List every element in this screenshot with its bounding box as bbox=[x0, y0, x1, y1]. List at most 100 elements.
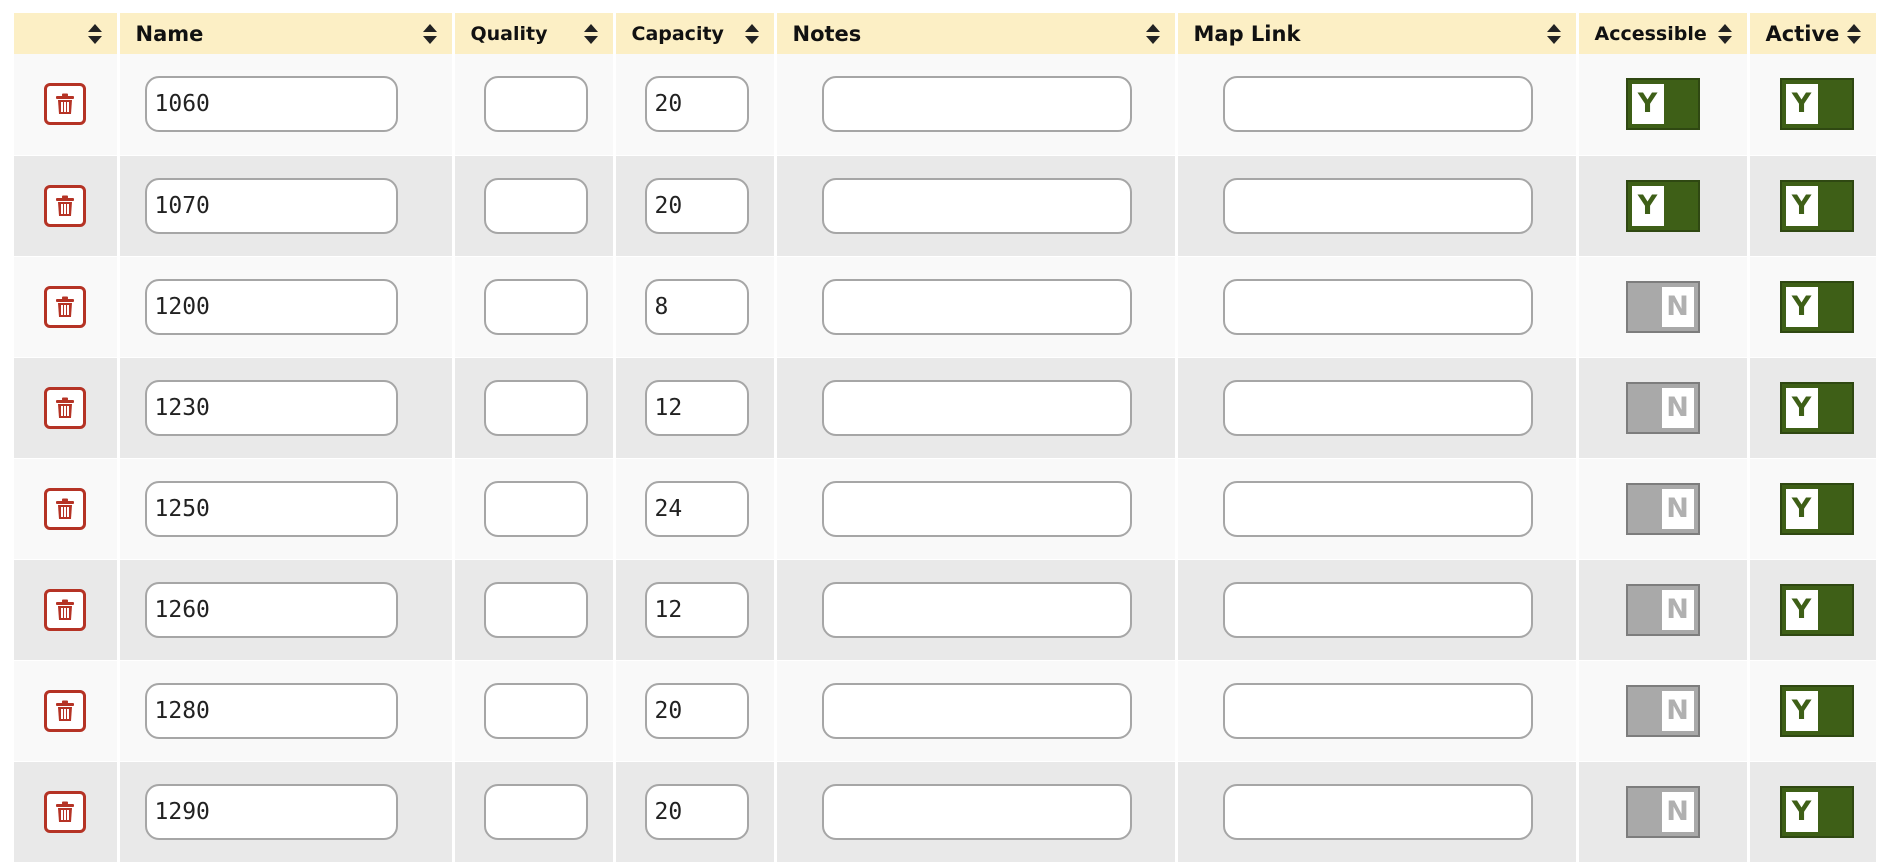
rooms-table: Name Quality Capacity Notes Map Link Acc… bbox=[14, 13, 1876, 863]
delete-row-button[interactable] bbox=[44, 588, 87, 631]
accessible-cell: N bbox=[1577, 357, 1750, 458]
column-header-map-link[interactable]: Map Link bbox=[1176, 13, 1579, 54]
delete-cell bbox=[14, 256, 120, 357]
map-link-input[interactable] bbox=[1222, 278, 1533, 335]
column-header-accessible[interactable]: Accessible bbox=[1577, 13, 1750, 54]
map-link-input[interactable] bbox=[1222, 480, 1533, 537]
accessible-toggle[interactable]: N bbox=[1625, 583, 1700, 636]
sort-arrows-icon[interactable] bbox=[744, 23, 760, 45]
column-header-label: Map Link bbox=[1193, 21, 1301, 46]
active-toggle[interactable]: Y bbox=[1779, 583, 1854, 636]
accessible-cell: N bbox=[1577, 256, 1750, 357]
toggle-knob: N bbox=[1661, 690, 1694, 731]
trash-icon bbox=[56, 599, 75, 620]
map-link-input[interactable] bbox=[1222, 783, 1533, 840]
accessible-toggle[interactable]: N bbox=[1625, 381, 1700, 434]
capacity-input[interactable] bbox=[644, 480, 749, 537]
quality-input[interactable] bbox=[483, 177, 588, 234]
quality-input[interactable] bbox=[483, 278, 588, 335]
active-toggle[interactable]: Y bbox=[1779, 381, 1854, 434]
notes-input[interactable] bbox=[821, 76, 1132, 133]
name-cell bbox=[118, 559, 455, 660]
map-link-input[interactable] bbox=[1222, 76, 1533, 133]
name-input[interactable] bbox=[144, 76, 398, 133]
notes-input[interactable] bbox=[821, 783, 1132, 840]
column-header-quality[interactable]: Quality bbox=[453, 13, 616, 54]
capacity-input[interactable] bbox=[644, 682, 749, 739]
active-cell: Y bbox=[1748, 458, 1876, 559]
quality-input[interactable] bbox=[483, 480, 588, 537]
quality-input[interactable] bbox=[483, 682, 588, 739]
sort-arrows-icon[interactable] bbox=[1846, 23, 1862, 45]
active-toggle[interactable]: Y bbox=[1779, 78, 1854, 131]
notes-cell bbox=[775, 256, 1178, 357]
column-header-notes[interactable]: Notes bbox=[775, 13, 1178, 54]
notes-input[interactable] bbox=[821, 682, 1132, 739]
name-input[interactable] bbox=[144, 682, 398, 739]
map-link-input[interactable] bbox=[1222, 379, 1533, 436]
map-link-input[interactable] bbox=[1222, 682, 1533, 739]
name-input[interactable] bbox=[144, 379, 398, 436]
sort-arrows-icon[interactable] bbox=[422, 23, 438, 45]
delete-row-button[interactable] bbox=[44, 285, 87, 328]
delete-cell bbox=[14, 54, 120, 155]
accessible-toggle[interactable]: Y bbox=[1625, 179, 1700, 232]
capacity-input[interactable] bbox=[644, 177, 749, 234]
name-input[interactable] bbox=[144, 581, 398, 638]
quality-input[interactable] bbox=[483, 581, 588, 638]
name-input[interactable] bbox=[144, 783, 398, 840]
notes-input[interactable] bbox=[821, 379, 1132, 436]
capacity-input[interactable] bbox=[644, 581, 749, 638]
column-header-delete[interactable] bbox=[14, 13, 120, 54]
name-input[interactable] bbox=[144, 278, 398, 335]
sort-arrows-icon[interactable] bbox=[1546, 23, 1562, 45]
notes-input[interactable] bbox=[821, 278, 1132, 335]
toggle-knob: Y bbox=[1785, 589, 1818, 630]
column-header-capacity[interactable]: Capacity bbox=[614, 13, 777, 54]
delete-row-button[interactable] bbox=[44, 184, 87, 227]
quality-input[interactable] bbox=[483, 76, 588, 133]
map-link-input[interactable] bbox=[1222, 177, 1533, 234]
notes-cell bbox=[775, 761, 1178, 862]
sort-arrows-icon[interactable] bbox=[1145, 23, 1161, 45]
active-toggle[interactable]: Y bbox=[1779, 684, 1854, 737]
capacity-cell bbox=[614, 761, 777, 862]
delete-row-button[interactable] bbox=[44, 487, 87, 530]
capacity-input[interactable] bbox=[644, 278, 749, 335]
quality-input[interactable] bbox=[483, 783, 588, 840]
accessible-toggle[interactable]: N bbox=[1625, 280, 1700, 333]
active-cell: Y bbox=[1748, 54, 1876, 155]
name-input[interactable] bbox=[144, 480, 398, 537]
column-header-active[interactable]: Active bbox=[1748, 13, 1876, 54]
notes-input[interactable] bbox=[821, 480, 1132, 537]
capacity-input[interactable] bbox=[644, 379, 749, 436]
sort-arrows-icon[interactable] bbox=[1717, 23, 1733, 45]
notes-input[interactable] bbox=[821, 177, 1132, 234]
delete-row-button[interactable] bbox=[44, 386, 87, 429]
map-link-input[interactable] bbox=[1222, 581, 1533, 638]
active-toggle[interactable]: Y bbox=[1779, 785, 1854, 838]
capacity-input[interactable] bbox=[644, 783, 749, 840]
sort-arrows-icon[interactable] bbox=[583, 23, 599, 45]
map-link-cell bbox=[1176, 155, 1579, 256]
delete-row-button[interactable] bbox=[44, 689, 87, 732]
table-row: NY bbox=[14, 761, 1876, 862]
active-toggle[interactable]: Y bbox=[1779, 482, 1854, 535]
delete-row-button[interactable] bbox=[44, 790, 87, 833]
column-header-label: Quality bbox=[470, 22, 548, 45]
delete-row-button[interactable] bbox=[44, 83, 87, 126]
sort-arrows-icon[interactable] bbox=[87, 23, 103, 45]
accessible-toggle[interactable]: N bbox=[1625, 482, 1700, 535]
notes-cell bbox=[775, 559, 1178, 660]
name-input[interactable] bbox=[144, 177, 398, 234]
active-toggle[interactable]: Y bbox=[1779, 179, 1854, 232]
capacity-input[interactable] bbox=[644, 76, 749, 133]
accessible-toggle[interactable]: Y bbox=[1625, 78, 1700, 131]
notes-input[interactable] bbox=[821, 581, 1132, 638]
column-header-name[interactable]: Name bbox=[118, 13, 455, 54]
active-toggle[interactable]: Y bbox=[1779, 280, 1854, 333]
quality-input[interactable] bbox=[483, 379, 588, 436]
accessible-toggle[interactable]: N bbox=[1625, 785, 1700, 838]
accessible-toggle[interactable]: N bbox=[1625, 684, 1700, 737]
column-header-label: Notes bbox=[792, 21, 862, 46]
